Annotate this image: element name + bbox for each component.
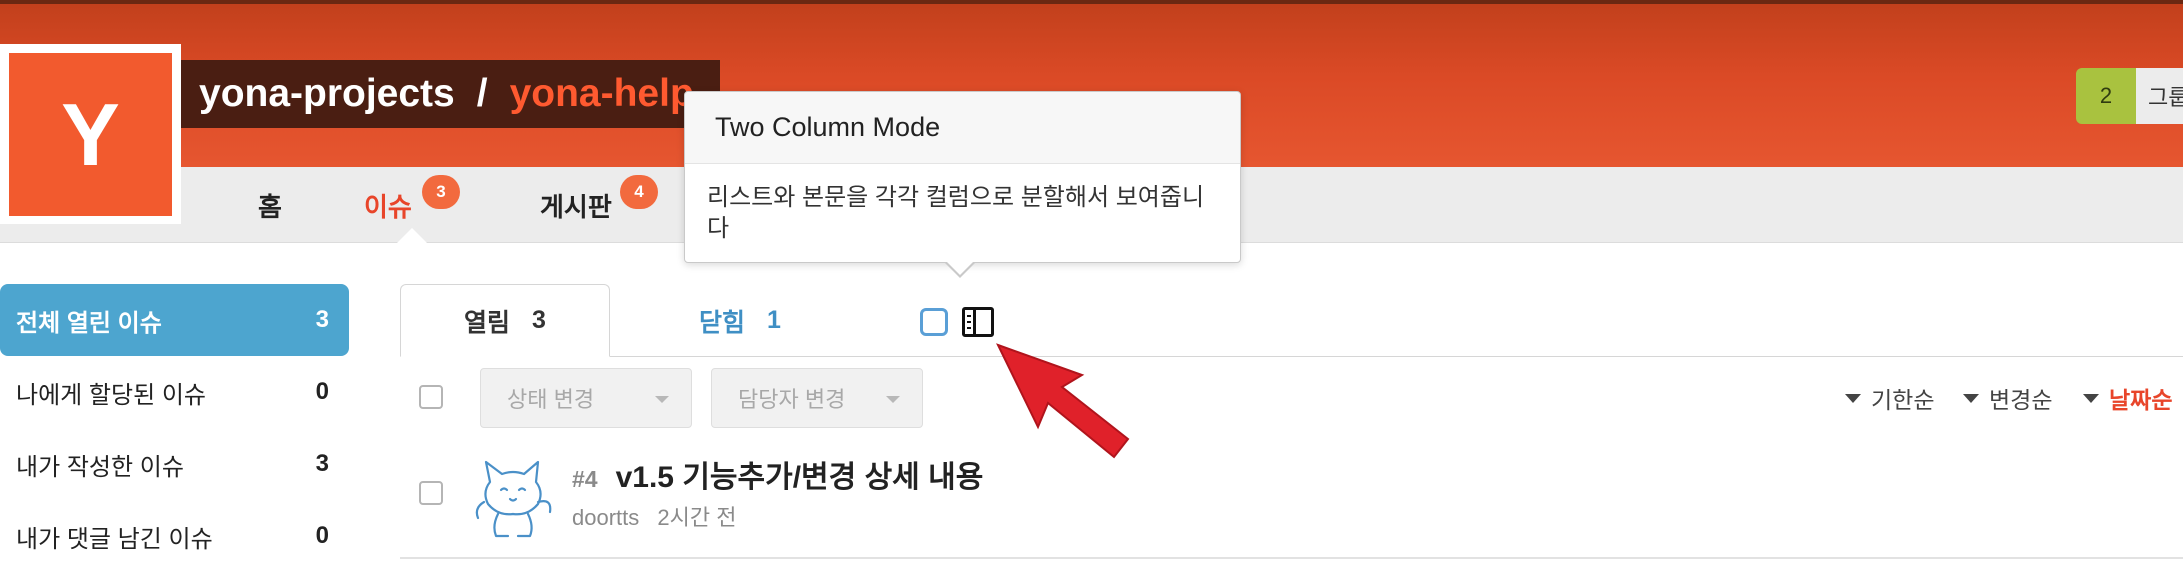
sidebar-item-assigned-to-me[interactable]: 나에게 할당된 이슈 0 [0,356,349,428]
chevron-down-icon [655,396,669,403]
chevron-down-icon [886,396,900,403]
sort-caret-icon [2083,393,2099,403]
two-column-mode-tooltip: Two Column Mode 리스트와 본문을 각각 컬럼으로 분할해서 보여… [684,91,1241,263]
sidebar-item-count: 3 [315,450,329,477]
row-divider [400,557,2183,559]
dropdown-label: 담당자 변경 [738,387,846,412]
state-change-dropdown[interactable]: 상태 변경 [480,368,692,428]
assignee-change-dropdown[interactable]: 담당자 변경 [711,368,923,428]
sidebar-item-count: 0 [315,378,329,405]
tab-count: 3 [532,306,546,334]
sidebar-item-count: 3 [315,306,329,333]
sort-caret-icon [1845,393,1861,403]
tooltip-body: 리스트와 본문을 각각 컬럼으로 분할해서 보여줍니다 [707,184,1205,242]
owner-link[interactable]: yona-projects [199,72,455,116]
select-all-checkbox[interactable] [419,385,443,409]
issues-count-badge: 3 [422,175,460,209]
tab-label: 닫힘 [699,308,746,337]
nav-item-label: 홈 [258,191,282,222]
sidebar-item-commented[interactable]: 내가 댓글 남긴 이슈 0 [0,500,349,562]
sidebar-item-label: 내가 작성한 이슈 [16,453,184,481]
tab-open[interactable]: 열림 3 [400,284,610,357]
issue-row-checkbox[interactable] [419,481,443,505]
group-counter-button[interactable]: 2 그룹 [2076,68,2183,124]
repo-link[interactable]: yona-help [510,72,694,116]
group-count: 2 [2076,68,2136,124]
nav-item-board[interactable]: 게시판 4 [540,167,658,243]
logo-letter: Y [9,53,172,216]
nav-item-label: 이슈 [364,191,412,222]
sidebar-item-all-open[interactable]: 전체 열린 이슈 3 [0,284,349,356]
issue-title-link[interactable]: #4 v1.5 기능추가/변경 상세 내용 [572,452,983,494]
sort-by-date[interactable]: 날짜순 [2083,380,2172,416]
active-nav-caret [396,228,428,244]
project-breadcrumb: yona-projects / yona-help [181,60,720,128]
tooltip-title: Two Column Mode [685,92,1240,164]
issue-number: #4 [572,466,598,492]
tab-label: 열림 [464,308,511,337]
board-count-badge: 4 [620,175,658,209]
sidebar-item-count: 0 [315,522,329,549]
sort-caret-icon [1963,393,1979,403]
sidebar-item-label: 전체 열린 이슈 [16,309,162,337]
author-avatar[interactable] [468,452,558,542]
sidebar-item-authored[interactable]: 내가 작성한 이슈 3 [0,428,349,500]
breadcrumb-separator: / [476,72,488,115]
nav-item-home[interactable]: 홈 [258,167,282,243]
issue-author[interactable]: doortts [572,505,639,530]
sort-by-updated[interactable]: 변경순 [1963,380,2052,416]
dropdown-label: 상태 변경 [507,387,595,412]
sidebar-item-label: 내가 댓글 남긴 이슈 [16,525,213,553]
tooltip-arrow-inner [946,261,974,275]
sort-label: 날짜순 [2109,387,2173,413]
tab-closed[interactable]: 닫힘 1 [640,284,840,357]
single-column-mode-icon[interactable] [920,308,948,336]
nav-item-label: 게시판 [540,191,612,222]
project-logo[interactable]: Y [0,44,181,224]
two-column-mode-icon[interactable] [962,307,994,337]
sidebar-item-label: 나에게 할당된 이슈 [16,381,206,409]
tab-count: 1 [767,306,781,334]
issue-meta: doortts 2시간 전 [572,500,736,532]
sort-by-due-date[interactable]: 기한순 [1845,380,1934,416]
sort-label: 기한순 [1871,387,1935,413]
red-pointer-arrow-icon [996,343,1130,459]
sort-label: 변경순 [1989,387,2053,413]
group-label: 그룹 [2136,68,2183,124]
issue-time: 2시간 전 [657,505,737,530]
issue-title: v1.5 기능추가/변경 상세 내용 [615,461,984,494]
